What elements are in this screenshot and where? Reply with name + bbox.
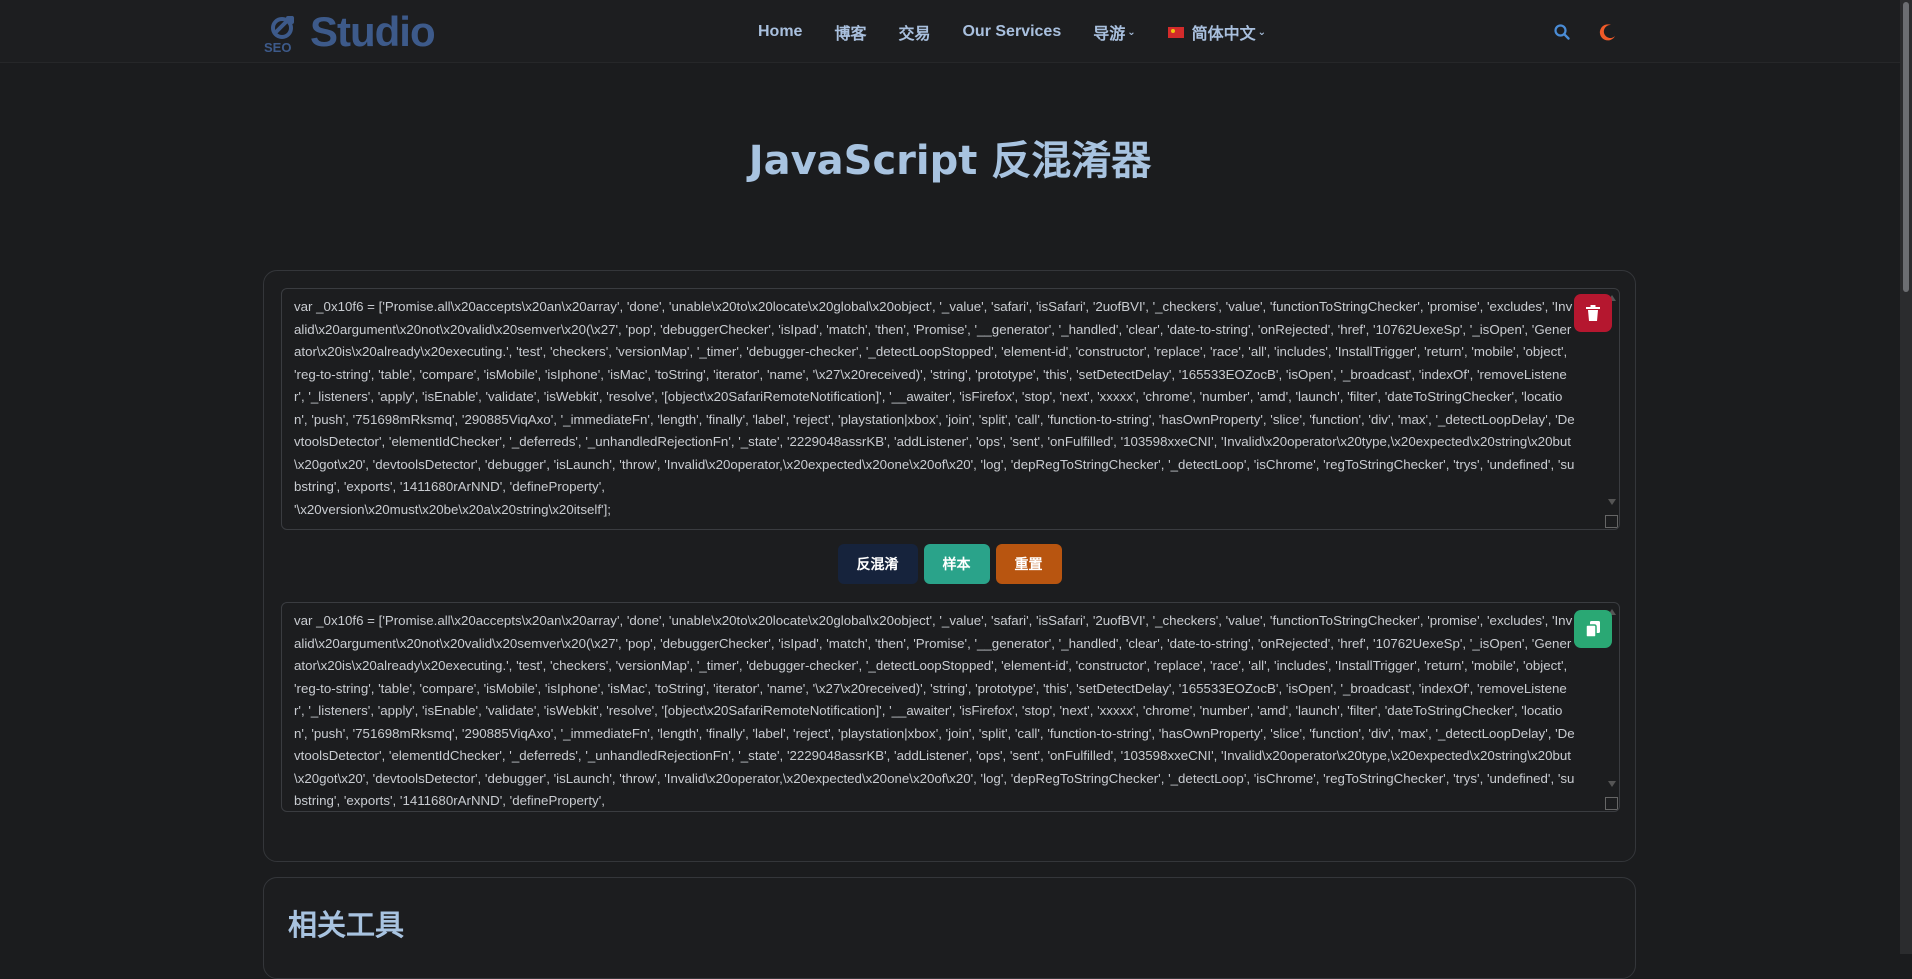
page-title: JavaScript 反混淆器 [748,138,1152,184]
copy-output-button[interactable] [1574,610,1612,648]
deobfuscator-card: var _0x10f6 = ['Promise.all\x20accepts\x… [263,270,1636,862]
seo-logo-icon: SEO [264,16,294,54]
vietnam-flag-icon [1167,26,1184,38]
nav-blog[interactable]: 博客 [834,20,866,44]
output-textarea[interactable]: var _0x10f6 = ['Promise.all\x20accepts\x… [281,602,1620,812]
clear-input-button[interactable] [1574,294,1612,332]
scrollbar-thumb[interactable] [1903,2,1909,292]
input-textarea[interactable]: var _0x10f6 = ['Promise.all\x20accepts\x… [281,288,1620,530]
language-dropdown[interactable]: 简体中文 ⌄ [1167,20,1267,44]
input-code-text[interactable]: var _0x10f6 = ['Promise.all\x20accepts\x… [294,296,1575,521]
search-icon[interactable] [1553,23,1571,41]
scroll-down-icon[interactable] [1608,499,1616,505]
nav-guide-dropdown[interactable]: 导游 ⌄ [1093,20,1135,44]
logo-text: Studio [310,8,436,55]
nav-home-label: Home [758,23,803,40]
nav-blog-label: 博客 [834,26,867,43]
nav-deals-label: 交易 [898,26,931,43]
nav-services-label: Our Services [962,23,1062,40]
resize-handle-icon[interactable] [1605,797,1618,810]
scroll-down-icon[interactable] [1608,781,1616,787]
chevron-down-icon: ⌄ [1127,26,1136,38]
logo-small-text: SEO [264,40,291,54]
nav-services[interactable]: Our Services [962,23,1061,41]
chevron-down-icon: ⌄ [1257,26,1267,38]
main-nav: Home 博客 交易 Our Services 导游 ⌄ 简体中文 ⌄ [758,20,1298,44]
nav-home[interactable]: Home [758,23,802,41]
reset-button[interactable]: 重置 [995,544,1062,584]
language-label: 简体中文 [1191,26,1256,43]
page-scrollbar[interactable] [1900,0,1912,954]
site-logo[interactable]: SEO Studio [262,8,436,55]
top-navbar: SEO Studio Home 博客 交易 Our Services 导游 ⌄ 简… [0,0,1900,63]
nav-deals[interactable]: 交易 [898,20,930,44]
related-tools-card: 相关工具 [263,877,1636,979]
sample-button[interactable]: 样本 [923,544,990,584]
deobfuscate-button[interactable]: 反混淆 [837,544,918,584]
resize-handle-icon[interactable] [1605,515,1618,528]
related-tools-heading: 相关工具 [288,908,405,942]
nav-guide-label: 导游 [1093,26,1126,43]
copy-icon [1585,621,1600,638]
moon-icon[interactable] [1598,22,1618,42]
action-buttons: 反混淆 样本 重置 [264,544,1635,584]
trash-icon [1586,305,1600,321]
output-code-text[interactable]: var _0x10f6 = ['Promise.all\x20accepts\x… [294,610,1575,811]
